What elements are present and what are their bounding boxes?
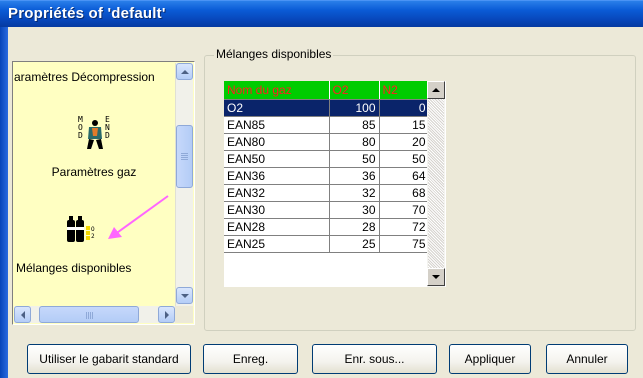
svg-text:2: 2 (91, 233, 95, 240)
cell-n2[interactable]: 75 (379, 235, 430, 253)
svg-text:O: O (91, 226, 95, 233)
title-bar[interactable]: Propriétés of 'default' (0, 0, 643, 27)
cell-gas-name[interactable]: EAN25 (224, 235, 330, 253)
table-row[interactable]: O2 100 0 (224, 99, 430, 117)
cell-gas-name[interactable]: EAN50 (224, 150, 330, 168)
cell-gas-name[interactable]: EAN80 (224, 133, 330, 151)
cell-n2[interactable]: 68 (379, 184, 430, 202)
cell-o2[interactable]: 36 (329, 167, 380, 185)
scroll-track[interactable] (428, 99, 444, 268)
apply-button[interactable]: Appliquer (449, 344, 531, 374)
table-row[interactable]: EAN25 25 75 (224, 235, 430, 253)
arrow-down-icon (432, 275, 440, 279)
chevron-left-icon (20, 310, 25, 319)
scroll-down-button[interactable] (176, 287, 193, 304)
cell-gas-name[interactable]: O2 (224, 99, 330, 117)
column-header-o2[interactable]: O2 (329, 81, 380, 100)
scroll-thumb[interactable] (176, 125, 193, 188)
scrollbar-corner (175, 306, 193, 323)
gas-cylinders-icon: O 2 (67, 216, 95, 242)
scroll-right-button[interactable] (158, 306, 175, 323)
cell-n2[interactable]: 72 (379, 218, 430, 236)
groupbox-label: Mélanges disponibles (214, 47, 334, 61)
scroll-up-button[interactable] (176, 63, 193, 80)
cell-o2[interactable]: 85 (329, 116, 380, 134)
grid-header-row: Nom du gaz O2 N2 (224, 81, 430, 100)
grid-vertical-scrollbar[interactable] (427, 81, 445, 287)
table-row[interactable]: EAN80 80 20 (224, 133, 430, 151)
nav-item-gas-params-label: Paramètres gaz (51, 165, 137, 179)
svg-text:D: D (78, 131, 83, 140)
chevron-up-icon (180, 69, 189, 74)
cell-gas-name[interactable]: EAN85 (224, 116, 330, 134)
cell-n2[interactable]: 50 (379, 150, 430, 168)
cell-o2[interactable]: 30 (329, 201, 380, 219)
column-header-name[interactable]: Nom du gaz (224, 81, 330, 100)
window-border (0, 27, 8, 378)
gas-grid[interactable]: Nom du gaz O2 N2 O2 100 0 EAN85 85 15 EA… (224, 81, 446, 287)
cell-gas-name[interactable]: EAN30 (224, 201, 330, 219)
scroll-left-button[interactable] (14, 306, 31, 323)
cell-o2[interactable]: 25 (329, 235, 380, 253)
cell-o2[interactable]: 80 (329, 133, 380, 151)
cancel-button[interactable]: Annuler (546, 344, 628, 374)
nav-item-mixtures-label: Mélanges disponibles (16, 261, 132, 275)
grid-scroll-down-button[interactable] (427, 268, 445, 286)
cell-o2[interactable]: 28 (329, 218, 380, 236)
table-row[interactable]: EAN32 32 68 (224, 184, 430, 202)
pink-arrow-icon (108, 195, 169, 239)
window-title: Propriétés of 'default' (8, 5, 166, 22)
table-row[interactable]: EAN50 50 50 (224, 150, 430, 168)
cell-o2[interactable]: 32 (329, 184, 380, 202)
gas-mixture-diver-icon: M O D E N D (78, 115, 110, 149)
gas-table: Nom du gaz O2 N2 O2 100 0 EAN85 85 15 EA… (224, 81, 430, 253)
grid-scroll-up-button[interactable] (427, 81, 445, 99)
cell-o2[interactable]: 100 (329, 99, 380, 117)
save-button[interactable]: Enreg. (203, 344, 298, 374)
save-as-button[interactable]: Enr. sous... (312, 344, 437, 374)
cell-gas-name[interactable]: EAN36 (224, 167, 330, 185)
use-standard-template-button[interactable]: Utiliser le gabarit standard (27, 344, 191, 374)
table-row[interactable]: EAN36 36 64 (224, 167, 430, 185)
table-row[interactable]: EAN28 28 72 (224, 218, 430, 236)
cell-n2[interactable]: 20 (379, 133, 430, 151)
nav-item-gas-params[interactable]: M O D E N D Paramètres gaz (14, 113, 174, 183)
table-row[interactable]: EAN85 85 15 (224, 116, 430, 134)
cell-n2[interactable]: 15 (379, 116, 430, 134)
chevron-right-icon (164, 310, 169, 319)
cell-gas-name[interactable]: EAN32 (224, 184, 330, 202)
cell-n2[interactable]: 70 (379, 201, 430, 219)
nav-horizontal-scrollbar[interactable] (14, 306, 175, 323)
nav-panel: aramètres Décompression M O D E N D Para… (12, 61, 195, 325)
nav-list: aramètres Décompression M O D E N D Para… (14, 63, 193, 323)
table-row[interactable]: EAN30 30 70 (224, 201, 430, 219)
nav-item-decompression[interactable]: aramètres Décompression (14, 70, 174, 84)
hscroll-thumb[interactable] (39, 306, 139, 323)
cell-gas-name[interactable]: EAN28 (224, 218, 330, 236)
cell-n2[interactable]: 64 (379, 167, 430, 185)
cell-o2[interactable]: 50 (329, 150, 380, 168)
column-header-n2[interactable]: N2 (379, 81, 430, 100)
nav-vertical-scrollbar[interactable] (175, 63, 193, 306)
chevron-down-icon (180, 293, 189, 298)
arrow-up-icon (432, 88, 440, 92)
cell-n2[interactable]: 0 (379, 99, 430, 117)
svg-text:D: D (105, 131, 110, 140)
